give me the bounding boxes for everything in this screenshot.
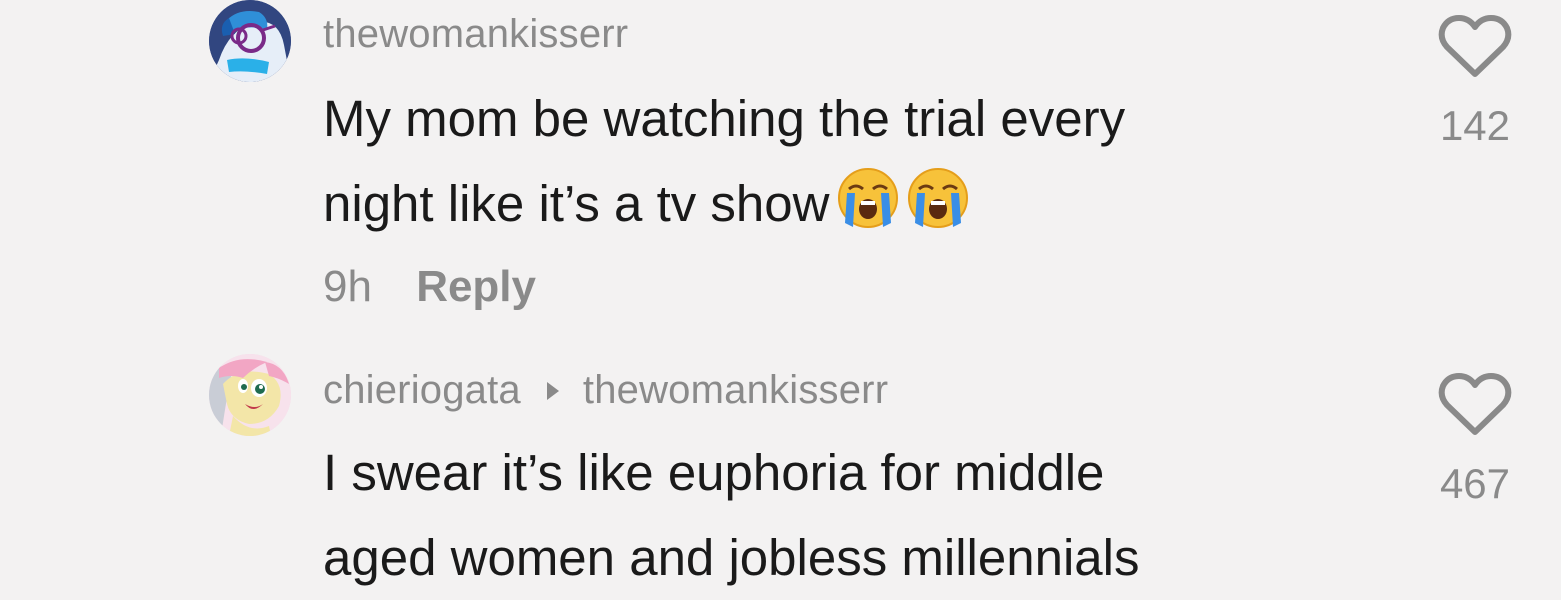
comment-text-line: My mom be watching the trial every [323,90,1126,147]
caret-right-icon [546,381,559,400]
reply-to-username[interactable]: thewomankisserr [583,368,888,413]
comment-text: My mom be watching the trial every night… [323,76,1373,254]
like-button[interactable]: 142 [1430,14,1520,150]
avatar[interactable] [209,0,291,82]
comment-meta: 9h Reply [323,262,536,312]
comment-text: I swear it’s like euphoria for middle ag… [323,430,1373,600]
comment-text-line: night like it’s a tv show [323,175,830,232]
like-count: 467 [1439,460,1511,507]
comment-text-line: I swear it’s like euphoria for middle [323,444,1105,501]
comment-timestamp: 9h [323,262,372,311]
comments-screen: thewomankisserr My mom be watching the t… [0,0,1561,600]
like-button[interactable]: 467 [1430,372,1520,508]
avatar[interactable] [209,354,291,436]
like-count: 142 [1439,102,1511,149]
heart-outline-icon[interactable] [1430,372,1520,438]
heart-outline-icon[interactable] [1430,14,1520,80]
reply-button[interactable]: Reply [416,262,536,311]
comment-text-line: aged women and jobless millennials [323,529,1140,586]
loudly-crying-face-icon [907,167,969,254]
comment-username[interactable]: thewomankisserr [323,12,628,57]
comment-username[interactable]: chieriogata [323,368,521,413]
loudly-crying-face-icon [837,167,899,254]
